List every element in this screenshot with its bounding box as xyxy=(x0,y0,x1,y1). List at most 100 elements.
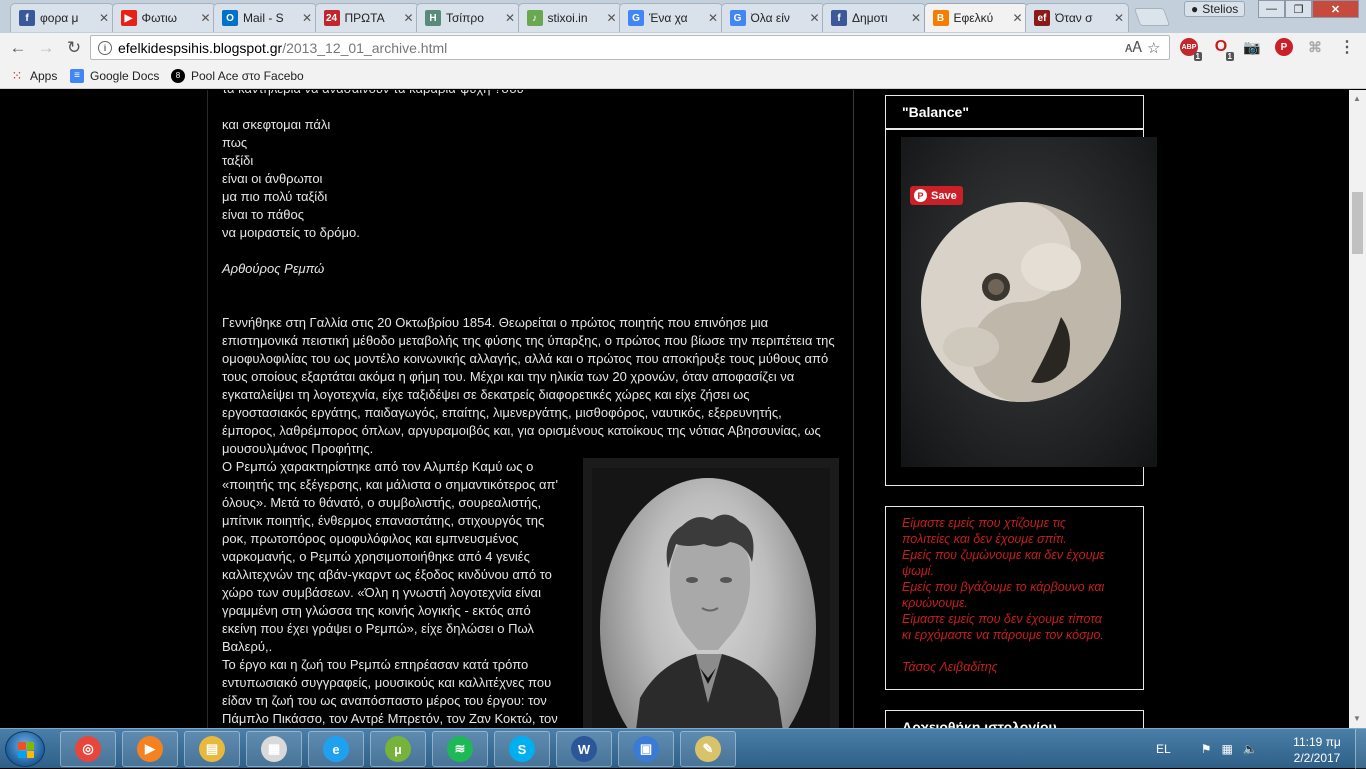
tab-label: Εφελκύ xyxy=(953,11,994,25)
volume-icon[interactable]: 🔈 xyxy=(1243,742,1258,756)
forward-arrow-icon[interactable]: → xyxy=(35,37,57,59)
pinterest-extension-icon[interactable]: P xyxy=(1275,38,1293,56)
app-grid-icon: ▦ xyxy=(261,736,287,762)
reload-icon[interactable]: ↻ xyxy=(63,37,85,59)
tab-close-icon[interactable]: ✕ xyxy=(708,11,718,25)
taskbar-utorrent[interactable]: µ xyxy=(370,731,426,767)
tab-label: Ένα χα xyxy=(649,11,688,25)
taskbar-chrome[interactable]: ◎ xyxy=(60,731,116,767)
tab-8[interactable]: f Δημοτι ✕ xyxy=(822,3,926,32)
show-desktop-button[interactable] xyxy=(1355,729,1366,769)
translate-icon[interactable]: 🗚 xyxy=(1125,39,1142,56)
scroll-up-arrow-icon[interactable]: ▲ xyxy=(1353,94,1361,103)
chrome-icon: ◎ xyxy=(75,736,101,762)
page-info-icon[interactable]: i xyxy=(98,40,112,55)
tab-4[interactable]: H Τσίπρο ✕ xyxy=(416,3,520,32)
bookmark-google-docs[interactable]: ≡ Google Docs xyxy=(70,67,159,84)
opera-extension-icon[interactable]: O1 xyxy=(1212,38,1234,61)
tab-close-icon[interactable]: ✕ xyxy=(1114,11,1124,25)
tab-close-icon[interactable]: ✕ xyxy=(911,11,921,25)
tab-close-icon[interactable]: ✕ xyxy=(99,11,109,25)
post-column: τα καντηλέρια να ανασαίνουν τα καράβια-ψ… xyxy=(207,90,854,728)
tab-close-icon[interactable]: ✕ xyxy=(200,11,210,25)
maximize-button[interactable]: ❐ xyxy=(1285,0,1312,18)
bookmark-label: Google Docs xyxy=(90,68,160,83)
tab-label: Όταν σ xyxy=(1055,11,1093,25)
tab-label: Όλα είν xyxy=(750,11,790,25)
spotify-icon: ≋ xyxy=(447,736,473,762)
quote-widget: Είμαστε εμείς που χτίζουμε τις πολιτείες … xyxy=(885,506,1144,690)
tab-label: Φωτιω xyxy=(141,11,178,25)
pinterest-save-button[interactable]: P Save xyxy=(910,186,963,205)
tab-2[interactable]: O Mail - S ✕ xyxy=(213,3,317,32)
balance-widget-header: "Balance" xyxy=(885,95,1144,129)
tab-0[interactable]: f φορα μ ✕ xyxy=(10,3,114,32)
taskbar-internet-explorer[interactable]: e xyxy=(308,731,364,767)
poem-line: πως xyxy=(222,135,248,150)
taskbar-app-grid[interactable]: ▦ xyxy=(246,731,302,767)
tab-close-icon[interactable]: ✕ xyxy=(403,11,413,25)
poem-line: ταξίδι xyxy=(222,153,254,168)
paint-icon: ✎ xyxy=(695,736,721,762)
tab-5[interactable]: ♪ stixoi.in ✕ xyxy=(517,3,622,32)
tab-favicon-icon: 24 xyxy=(323,10,340,26)
quote-line: πολιτείες και δεν έχουμε σπίτι. xyxy=(902,532,1067,546)
network-icon[interactable]: ▦ xyxy=(1221,742,1232,756)
tab-10[interactable]: ef Όταν σ ✕ xyxy=(1025,3,1129,32)
bio-line: μουσουλμάνος Προφήτης. xyxy=(222,441,374,456)
biography-paragraph: Γεννήθηκε στη Γαλλία στις 20 Οκτωβρίου 1… xyxy=(222,314,835,458)
tab-6[interactable]: G Ένα χα ✕ xyxy=(619,3,723,32)
bio-line: έμπορος, λαθρέμπορος όπλων, αργυραμοιβός… xyxy=(222,423,821,438)
camera-icon[interactable]: 📷 xyxy=(1243,38,1261,56)
adblock-plus-icon[interactable]: ABP 1 xyxy=(1180,38,1202,61)
taskbar-spotify[interactable]: ≋ xyxy=(432,731,488,767)
tab-9[interactable]: B Εφελκύ ✕ xyxy=(923,3,1028,32)
bookmark-apps[interactable]: ⁙ Apps xyxy=(10,67,58,84)
media-player-icon: ▶ xyxy=(137,736,163,762)
scrollbar-thumb[interactable] xyxy=(1352,192,1363,254)
clock[interactable]: 11:19 πμ 2/2/2017 xyxy=(1287,734,1347,766)
profile-button[interactable]: ● Stelios xyxy=(1184,1,1246,17)
taskbar-word[interactable]: W xyxy=(556,731,612,767)
bookmark-pool-ace[interactable]: 8 Pool Ace στο Facebo xyxy=(171,67,304,84)
apps-grid-icon: ⁙ xyxy=(11,67,23,83)
skype-icon: S xyxy=(509,736,535,762)
menu-icon[interactable]: ⋮ xyxy=(1338,38,1356,56)
tab-close-icon[interactable]: ✕ xyxy=(1012,11,1022,25)
back-arrow-icon[interactable]: ← xyxy=(7,37,29,59)
pdf-icon[interactable]: ⌘ xyxy=(1306,38,1324,56)
address-bar[interactable]: i efelkidespsihis.blogspot.gr /2013_12_0… xyxy=(90,35,1170,60)
poem-line: είναι οι άνθρωποι xyxy=(222,171,323,186)
tab-1[interactable]: ▶ Φωτιω ✕ xyxy=(111,3,216,32)
tab-close-icon[interactable]: ✕ xyxy=(809,11,819,25)
portrait-oval xyxy=(600,478,816,728)
balance-widget-title: "Balance" xyxy=(902,104,969,120)
minimize-button[interactable]: — xyxy=(1258,0,1285,18)
pin-save-label: Save xyxy=(931,189,957,202)
tab-close-icon[interactable]: ✕ xyxy=(606,11,616,25)
eight-ball-icon: 8 xyxy=(171,68,185,83)
scroll-down-arrow-icon[interactable]: ▼ xyxy=(1353,714,1361,723)
poem-line: να μοιραστείς το δρόμο. xyxy=(222,225,360,240)
taskbar-paint[interactable]: ✎ xyxy=(680,731,736,767)
tab-close-icon[interactable]: ✕ xyxy=(505,11,515,25)
tab-label: Τσίπρο xyxy=(446,11,484,25)
opera-badge: 1 xyxy=(1225,52,1234,61)
taskbar-explorer[interactable]: ▤ xyxy=(184,731,240,767)
tab-3[interactable]: 24 ΠΡΩΤΑ ✕ xyxy=(314,3,419,32)
new-tab-button[interactable] xyxy=(1133,8,1171,26)
taskbar-photo-viewer[interactable]: ▣ xyxy=(618,731,674,767)
poem-line: είναι το πάθος xyxy=(222,207,305,222)
taskbar-skype[interactable]: S xyxy=(494,731,550,767)
tab-favicon-icon: f xyxy=(831,10,847,26)
start-button[interactable] xyxy=(5,731,45,767)
language-indicator[interactable]: EL xyxy=(1156,742,1171,756)
tab-close-icon[interactable]: ✕ xyxy=(302,11,312,25)
tab-7[interactable]: G Όλα είν ✕ xyxy=(720,3,825,32)
page-scrollbar[interactable]: ▲ ▼ xyxy=(1349,90,1366,728)
close-window-button[interactable]: ✕ xyxy=(1312,0,1359,18)
tray-flag-icon[interactable]: ⚑ xyxy=(1201,742,1212,756)
tab-favicon-icon: ♪ xyxy=(526,10,543,26)
taskbar-media-player[interactable]: ▶ xyxy=(122,731,178,767)
bookmark-star-icon[interactable]: ☆ xyxy=(1147,39,1160,57)
